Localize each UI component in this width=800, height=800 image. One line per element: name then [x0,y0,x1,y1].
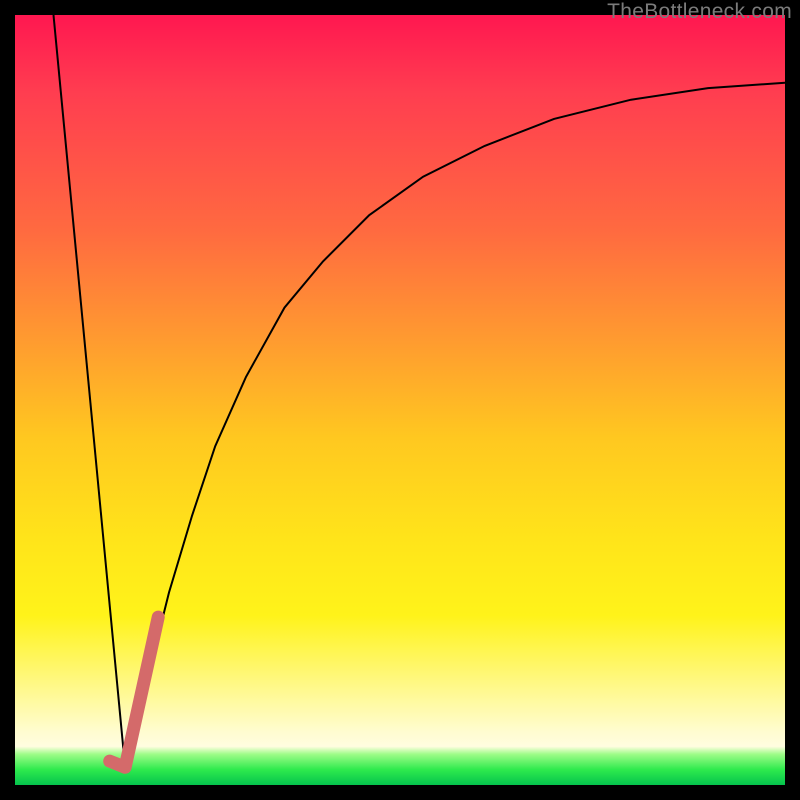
series-right-asymptote [125,83,785,768]
chart-svg [15,15,785,785]
chart-stage: TheBottleneck.com [0,0,800,800]
series-left-descent [54,15,126,767]
plot-area [15,15,785,785]
